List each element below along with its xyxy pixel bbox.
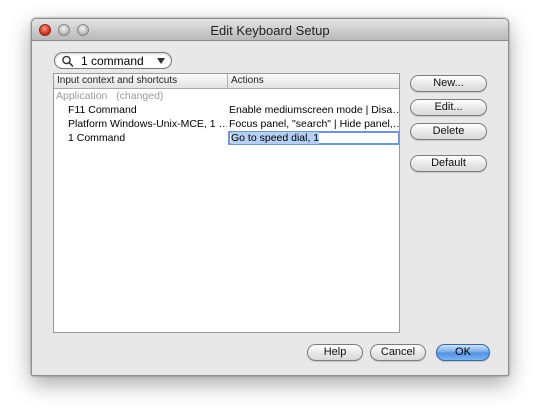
search-field[interactable]: 1 command: [54, 52, 172, 69]
column-header-shortcuts[interactable]: Input context and shortcuts: [57, 75, 177, 86]
action-edit-text[interactable]: Go to speed dial, 1: [231, 132, 320, 144]
action-cell: Focus panel, "search" | Hide panel,…: [229, 118, 399, 130]
group-label: Application (changed): [56, 90, 226, 102]
action-cell: Enable mediumscreen mode | Disa…: [229, 104, 399, 116]
new-button[interactable]: New...: [410, 75, 487, 92]
group-status: (changed): [116, 90, 164, 102]
column-header-actions[interactable]: Actions: [231, 75, 264, 86]
edit-keyboard-setup-dialog: Edit Keyboard Setup 1 command Input cont…: [31, 18, 509, 376]
shortcuts-table: Input context and shortcuts Actions Appl…: [53, 73, 400, 333]
table-row[interactable]: Platform Windows-Unix-MCE, 1 … Focus pan…: [54, 118, 399, 132]
search-input[interactable]: 1 command: [81, 54, 144, 68]
default-button[interactable]: Default: [410, 155, 487, 172]
table-row-selected[interactable]: 1 Command Go to speed dial, 1: [54, 131, 399, 146]
column-divider[interactable]: [227, 74, 228, 88]
ok-button[interactable]: OK: [436, 344, 490, 361]
action-edit-field[interactable]: Go to speed dial, 1: [228, 131, 399, 145]
magnifying-glass-icon: [62, 55, 74, 67]
shortcut-cell: F11 Command: [68, 104, 137, 116]
chevron-down-icon[interactable]: [157, 58, 165, 64]
window-title: Edit Keyboard Setup: [210, 23, 330, 38]
shortcut-cell: 1 Command: [68, 132, 126, 144]
group-name: Application: [56, 90, 108, 102]
table-row[interactable]: F11 Command Enable mediumscreen mode | D…: [54, 104, 399, 118]
table-group-row[interactable]: Application (changed): [54, 90, 399, 104]
shortcut-cell: Platform Windows-Unix-MCE, 1 …: [68, 118, 227, 130]
cancel-button[interactable]: Cancel: [370, 344, 426, 361]
edit-button[interactable]: Edit...: [410, 99, 487, 116]
delete-button[interactable]: Delete: [410, 123, 487, 140]
help-button[interactable]: Help: [307, 344, 363, 361]
table-header: Input context and shortcuts Actions: [54, 74, 399, 89]
title-bar: Edit Keyboard Setup: [32, 19, 508, 41]
